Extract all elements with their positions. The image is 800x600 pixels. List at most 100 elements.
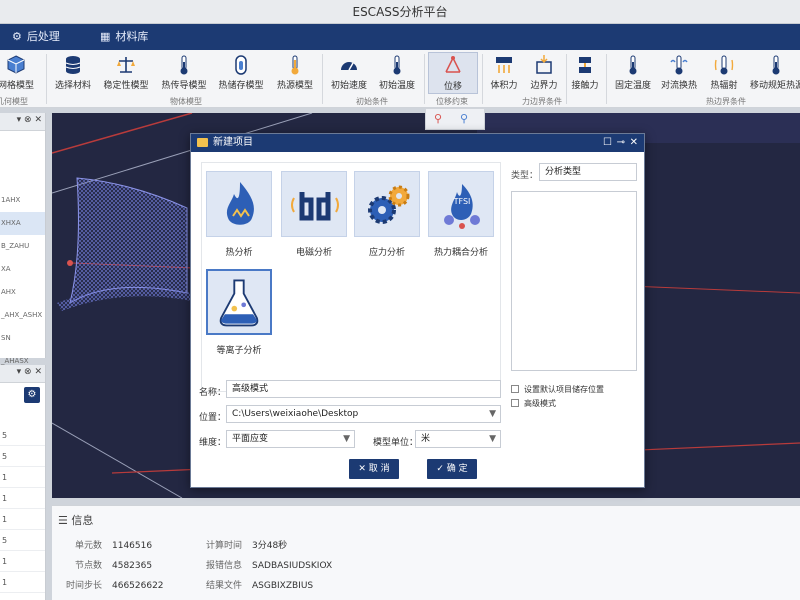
ribbon-heat-source-button[interactable]: 热源模型 (272, 52, 318, 94)
ribbon-heat-storage-button[interactable]: 热储存模型 (216, 52, 266, 94)
info-panel: ☰ 信息 单元数 1146516 节点数 4582365 时间步长 466526622… (52, 505, 800, 600)
info-row-elements: 单元数 1146516 (74, 541, 153, 551)
type-field[interactable]: 分析类型 (539, 163, 637, 181)
ribbon-group-geometry: 几何模型 (0, 97, 28, 106)
list-item[interactable]: 1AHX (0, 189, 45, 212)
table-row[interactable]: 1 (0, 509, 45, 530)
dimension-select[interactable]: 平面应变 ▼ (226, 430, 355, 448)
pin-icon[interactable]: ⊸ (617, 134, 625, 152)
pin-close-icons[interactable]: ▾ ⊗ ✕ (17, 367, 42, 377)
ribbon-group-thermal-boundary: 热边界条件 (706, 97, 746, 106)
displacement-icon (445, 56, 461, 73)
arrows-down-icon (496, 57, 512, 73)
chevron-down-icon: ▼ (343, 434, 350, 444)
chevron-down-icon: ▼ (489, 434, 496, 444)
checkbox[interactable] (511, 385, 519, 393)
list-item[interactable]: SN (0, 327, 45, 350)
speed-dome-icon (341, 62, 357, 71)
menu-material-library[interactable]: ▦ 材料库 (100, 24, 148, 50)
radiation-icon (714, 55, 734, 75)
maximize-icon[interactable]: ☐ (603, 134, 612, 152)
table-row[interactable]: 1 (0, 551, 45, 572)
ribbon-select-material-button[interactable]: 选择材料 (52, 52, 94, 94)
location-label: 位置： (199, 413, 227, 423)
thermometer-icon (180, 55, 188, 75)
ribbon-fixed-temperature-button[interactable]: 固定温度 (612, 52, 654, 94)
grid-icon: ▦ (100, 30, 111, 43)
menu-postprocess[interactable]: ⚙ 后处理 (12, 24, 60, 50)
ribbon-heat-conduction-button[interactable]: 热传导模型 (160, 52, 208, 94)
ribbon-toolbar: 网格模型 选择材料 稳定性模型 热传导模型 热储存模型 热源模型 初始速度 初始… (0, 50, 800, 108)
folder-icon (197, 138, 208, 147)
ribbon-separator (322, 54, 323, 104)
table-row[interactable]: 5 (0, 425, 45, 446)
model-tree-list: 1AHX XHXA B_ZAHU XA AHX _AHX_ASHX SN _AH… (0, 131, 45, 373)
table-row[interactable]: 1 (0, 572, 45, 593)
type-label: 类型： (511, 171, 539, 181)
ribbon-group-force-boundary: 力边界条件 (522, 97, 562, 106)
thermo-mechanical-icon: TFSI (428, 171, 494, 237)
name-label: 名称： (199, 388, 227, 398)
ok-button[interactable]: ✓ 确 定 (427, 459, 477, 479)
settings-gear-button[interactable]: ⚙ (24, 387, 40, 403)
list-item[interactable]: XA (0, 258, 45, 281)
default-location-checkbox[interactable]: 设置默认项目储存位置 (511, 384, 604, 395)
svg-text:TFSI: TFSI (453, 197, 471, 206)
dialog-title: 新建项目 (213, 137, 253, 148)
dimension-label: 维度： (199, 438, 227, 448)
boundary-force-icon (536, 55, 552, 74)
list-item[interactable]: _AHX_ASHX (0, 304, 45, 327)
table-row[interactable]: 1 (0, 488, 45, 509)
card-thermal-analysis[interactable]: 热分析 (204, 171, 274, 258)
ribbon-boundary-force-button[interactable]: 边界力 (526, 52, 562, 94)
table-row[interactable]: 5 (0, 530, 45, 551)
card-plasma-analysis[interactable]: 等离子分析 (204, 269, 274, 356)
ribbon-separator (566, 54, 567, 104)
ribbon-radiation-button[interactable]: 热辐射 (704, 52, 744, 94)
ribbon-group-initial-conditions: 初始条件 (356, 97, 388, 106)
dialog-title-bar: 新建项目 ☐ ⊸ ✕ (191, 134, 644, 152)
checkbox[interactable] (511, 399, 519, 407)
ribbon-convection-button[interactable]: 对流换热 (658, 52, 700, 94)
cancel-button[interactable]: ✕ 取 消 (349, 459, 399, 479)
ribbon-moving-heat-source-button[interactable]: 移动规矩热源 (750, 52, 800, 94)
close-icon[interactable]: ✕ (630, 134, 638, 152)
capsule-icon (235, 55, 247, 75)
location-select[interactable]: C:\Users\weixiaohe\Desktop ▼ (226, 405, 501, 423)
constraint-icon[interactable]: ⚲ (434, 112, 442, 125)
analysis-type-grid: 热分析 电磁分析 应力分析 TFSI 热力耦合分析 等离子分析 (201, 162, 501, 392)
ribbon-initial-velocity-button[interactable]: 初始速度 (328, 52, 370, 94)
ribbon-contact-force-button[interactable]: 接触力 (568, 52, 602, 94)
list-item[interactable]: AHX (0, 281, 45, 304)
ribbon-separator (482, 54, 483, 104)
ribbon-body-force-button[interactable]: 体积力 (486, 52, 522, 94)
balance-icon (117, 57, 135, 73)
advanced-mode-checkbox[interactable]: 高级模式 (511, 398, 556, 409)
ribbon-stability-model-button[interactable]: 稳定性模型 (102, 52, 150, 94)
ribbon-separator (606, 54, 607, 104)
properties-panel: ▾ ⊗ ✕ ⚙ 5 5 1 1 1 5 1 1 (0, 365, 46, 600)
table-row[interactable]: 5 (0, 446, 45, 467)
info-row-result-file: 结果文件 ASGBIXZBIUS (205, 581, 314, 591)
magnet-icon (281, 171, 347, 237)
card-electromagnetic-analysis[interactable]: 电磁分析 (279, 171, 349, 258)
type-description-box (511, 191, 637, 371)
card-stress-analysis[interactable]: 应力分析 (352, 171, 422, 258)
window-title-bar: ESCASS分析平台 (0, 0, 800, 24)
list-item[interactable]: XHXA (0, 212, 45, 235)
ribbon-mesh-model-button[interactable]: 网格模型 (0, 52, 38, 94)
constraint-alt-icon[interactable]: ⚲ (460, 112, 468, 125)
pin-close-icons[interactable]: ▾ ⊗ ✕ (17, 115, 42, 125)
displacement-sub-toolbar: ⚲ ⚲ (425, 108, 485, 130)
list-item[interactable]: B_ZAHU (0, 235, 45, 258)
name-input[interactable]: 高级模式 (226, 380, 501, 398)
card-thermo-mechanical-analysis[interactable]: TFSI 热力耦合分析 (426, 171, 496, 258)
chevron-down-icon: ▼ (489, 409, 496, 419)
ribbon-displacement-button[interactable]: 位移 (428, 52, 478, 94)
ribbon-initial-temperature-button[interactable]: 初始温度 (376, 52, 418, 94)
thermometer-icon (629, 55, 637, 75)
unit-select[interactable]: 米 ▼ (415, 430, 501, 448)
table-row[interactable]: 1 (0, 467, 45, 488)
flask-icon (206, 269, 272, 335)
